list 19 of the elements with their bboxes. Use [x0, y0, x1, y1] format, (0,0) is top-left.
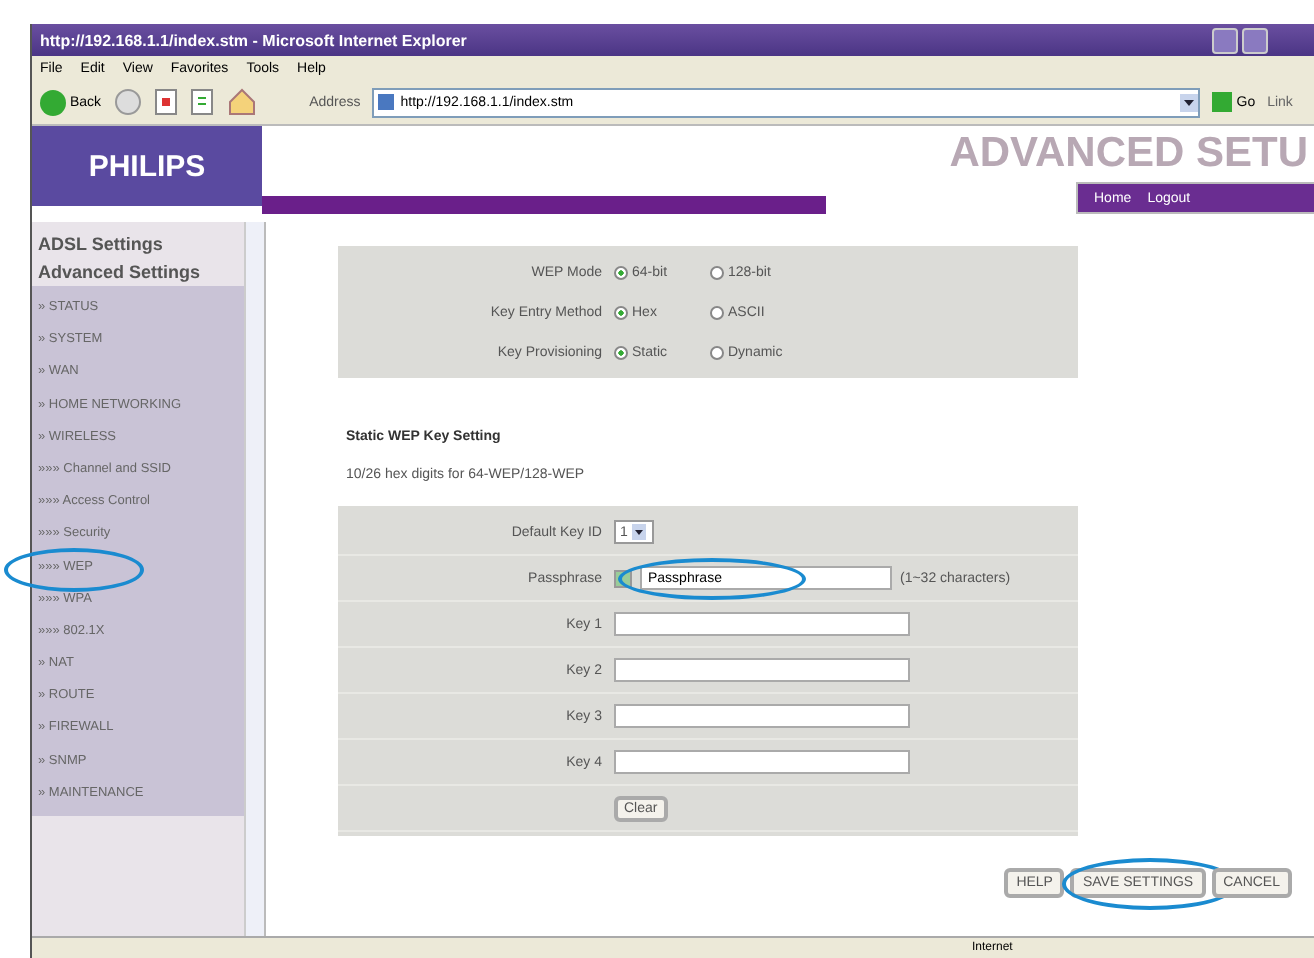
maximize-button[interactable]: [1242, 27, 1268, 53]
refresh-icon[interactable]: [189, 88, 214, 116]
key-field[interactable]: [614, 612, 910, 636]
page-title: ADVANCED SETU: [947, 128, 1310, 180]
home-icon[interactable]: [225, 88, 258, 116]
key-field[interactable]: [614, 704, 910, 728]
logo: PHILIPS: [32, 126, 262, 206]
key-field[interactable]: [614, 658, 910, 682]
dropdown-icon[interactable]: [631, 524, 646, 540]
dropdown-icon[interactable]: [1180, 93, 1199, 111]
sidebar-heading[interactable]: ADSL Settings: [32, 230, 244, 258]
window-title: http://192.168.1.1/index.stm - Microsoft Internet Explorer: [40, 31, 469, 49]
stop-icon[interactable]: [153, 88, 178, 116]
sidebar-heading[interactable]: Advanced Settings: [32, 258, 244, 286]
forward-icon[interactable]: [113, 88, 142, 116]
scrollbar[interactable]: [244, 222, 264, 936]
minimize-button[interactable]: [1212, 27, 1238, 53]
key-field[interactable]: [614, 750, 910, 774]
page-icon: [378, 94, 395, 110]
